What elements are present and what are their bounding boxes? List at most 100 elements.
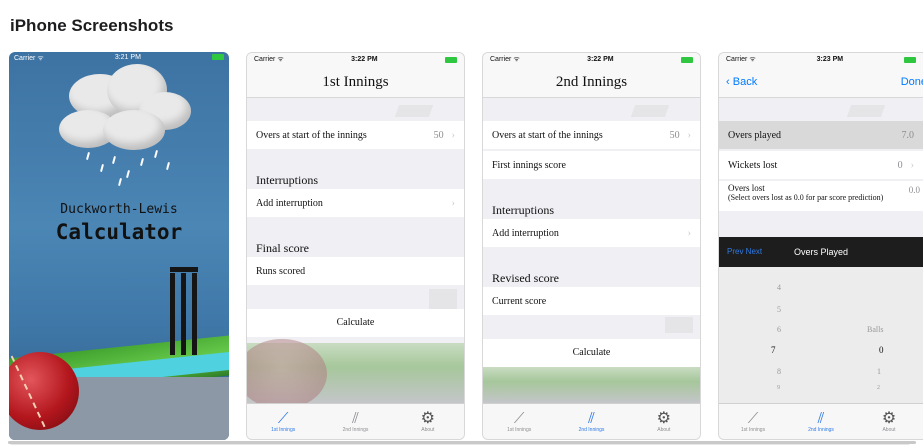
first-innings-score-label: First innings score xyxy=(492,159,566,171)
app-title-line2: Calculator xyxy=(55,220,183,244)
status-bar: Carrier ᯤ 3:22 PM xyxy=(483,53,700,66)
nav-title: 2nd Innings xyxy=(483,66,700,98)
picker-balls-label: Balls xyxy=(867,325,884,334)
wickets-lost-label: Wickets lost xyxy=(728,159,778,171)
tab-about[interactable]: ⚙ About xyxy=(392,404,464,439)
time-label: 3:22 PM xyxy=(351,56,378,63)
overs-picker[interactable]: 4 5 6 7 8 9 Balls 0 1 2 xyxy=(719,267,923,403)
picker-overs-item[interactable]: 6 xyxy=(777,325,781,334)
add-interruption-row[interactable]: Add interruption › xyxy=(483,219,700,247)
tab-bar: ⟋ 1st Innings ⫽ 2nd Innings ⚙ About xyxy=(483,403,700,439)
chevron-right-icon: › xyxy=(687,227,691,239)
watermark-graphic xyxy=(394,105,434,117)
battery-icon xyxy=(903,56,916,63)
overs-lost-value: 0.0 xyxy=(908,185,920,195)
chevron-right-icon: › xyxy=(451,197,455,209)
nav-bar: ‹ Back Done xyxy=(719,66,923,98)
overs-value: 50 xyxy=(433,129,444,141)
chevron-left-icon: ‹ xyxy=(726,76,733,88)
stumps-icon xyxy=(170,267,198,355)
time-label: 3:23 PM xyxy=(816,56,844,63)
interruptions-header: Interruptions xyxy=(492,203,554,217)
carrier-label: Carrier ᯤ xyxy=(14,55,44,62)
final-score-header: Final score xyxy=(256,241,309,255)
carrier-label: Carrier ᯤ xyxy=(254,56,284,63)
screenshot-splash[interactable]: Carrier ᯤ 3:21 PM Duckworth-Lewis Calcul… xyxy=(9,52,229,440)
stumps-watermark xyxy=(429,289,457,309)
app-title-line1: Duckworth-Lewis xyxy=(60,202,178,217)
gear-icon: ⚙ xyxy=(881,410,897,427)
picker-balls-selected[interactable]: 0 xyxy=(879,345,884,355)
current-score-field[interactable]: Current score xyxy=(483,287,700,315)
chevron-right-icon: › xyxy=(910,159,914,171)
interruptions-header: Interruptions xyxy=(256,173,318,187)
time-label: 3:22 PM xyxy=(587,56,614,63)
tab-about[interactable]: ⚙ About xyxy=(855,404,923,439)
calculate-button[interactable]: Calculate xyxy=(483,339,700,367)
carrier-label: Carrier ᯤ xyxy=(490,56,520,63)
picker-overs-item[interactable]: 5 xyxy=(777,305,781,314)
calculate-button[interactable]: Calculate xyxy=(247,309,464,337)
add-interruption-label: Add interruption xyxy=(492,227,559,239)
wickets-lost-value: 0 xyxy=(897,159,903,171)
runs-scored-label: Runs scored xyxy=(256,265,306,277)
picker-balls-item[interactable]: 1 xyxy=(877,367,881,376)
status-bar: Carrier ᯤ 3:21 PM xyxy=(9,52,229,66)
overs-lost-row[interactable]: Overs lost (Select overs lost as 0.0 for… xyxy=(719,181,923,211)
tab-1st-innings[interactable]: ⟋ 1st Innings xyxy=(247,404,319,439)
overs-label: Overs at start of the innings xyxy=(492,129,603,141)
overs-played-row[interactable]: Overs played 7.0 xyxy=(719,121,923,149)
screenshot-overs-picker[interactable]: Carrier ᯤ 3:23 PM ‹ Back Done Overs play… xyxy=(718,52,923,440)
add-interruption-label: Add interruption xyxy=(256,197,323,209)
wickets-lost-row[interactable]: Wickets lost 0 › xyxy=(719,151,923,179)
battery-icon xyxy=(212,54,224,60)
overs-lost-hint: (Select overs lost as 0.0 for par score … xyxy=(728,193,884,202)
bat-icon: ⟋ xyxy=(277,410,289,427)
tab-2nd-innings[interactable]: ⫽ 2nd Innings xyxy=(787,404,855,439)
watermark-graphic xyxy=(846,105,886,117)
picker-overs-item[interactable]: 4 xyxy=(777,283,781,292)
picker-balls-item[interactable]: 2 xyxy=(877,385,880,391)
picker-toolbar: Prev Next Overs Played xyxy=(719,237,923,267)
chevron-right-icon: › xyxy=(687,129,691,141)
runs-scored-field[interactable]: Runs scored xyxy=(247,257,464,285)
back-button[interactable]: ‹ Back xyxy=(726,66,757,98)
bat-icon: ⟋ xyxy=(513,410,525,427)
tab-bar: ⟋ 1st Innings ⫽ 2nd Innings ⚙ About xyxy=(719,403,923,439)
watermark-graphic xyxy=(630,105,670,117)
overs-label: Overs at start of the innings xyxy=(256,129,367,141)
overs-at-start-row[interactable]: Overs at start of the innings 50 › xyxy=(483,121,700,149)
battery-icon xyxy=(680,56,693,63)
carrier-label: Carrier ᯤ xyxy=(726,56,756,63)
first-innings-score-field[interactable]: First innings score xyxy=(483,151,700,179)
picker-overs-item[interactable]: 8 xyxy=(777,367,781,376)
tab-about[interactable]: ⚙ About xyxy=(628,404,700,439)
picker-overs-selected[interactable]: 7 xyxy=(771,345,776,355)
bat-icon: ⟋ xyxy=(747,410,759,427)
toolbar-title: Overs Played xyxy=(793,247,849,257)
overs-played-label: Overs played xyxy=(728,129,782,141)
tab-2nd-innings[interactable]: ⫽ 2nd Innings xyxy=(555,404,627,439)
chevron-right-icon: › xyxy=(451,129,455,141)
section-title: iPhone Screenshots xyxy=(10,16,174,35)
screenshot-2nd-innings[interactable]: Carrier ᯤ 3:22 PM 2nd Innings Overs at s… xyxy=(482,52,701,440)
bats-icon: ⫽ xyxy=(588,410,595,427)
tab-1st-innings[interactable]: ⟋ 1st Innings xyxy=(719,404,787,439)
time-label: 3:21 PM xyxy=(114,54,141,61)
overs-at-start-row[interactable]: Overs at start of the innings 50 › xyxy=(247,121,464,149)
gear-icon: ⚙ xyxy=(420,410,435,427)
stumps-watermark xyxy=(665,317,693,333)
revised-score-header: Revised score xyxy=(492,271,559,285)
horizontal-scrollbar[interactable] xyxy=(8,441,916,444)
done-button[interactable]: Done xyxy=(901,66,923,98)
status-bar: Carrier ᯤ 3:23 PM xyxy=(719,53,923,66)
picker-overs-item[interactable]: 9 xyxy=(777,385,780,391)
current-score-label: Current score xyxy=(492,295,547,307)
background-graphic xyxy=(483,367,700,403)
overs-lost-label: Overs lost xyxy=(728,183,765,193)
overs-played-value: 7.0 xyxy=(901,129,915,141)
add-interruption-row[interactable]: Add interruption › xyxy=(247,189,464,217)
tab-2nd-innings[interactable]: ⫽ 2nd Innings xyxy=(319,404,391,439)
screenshot-1st-innings[interactable]: Carrier ᯤ 3:22 PM 1st Innings Overs at s… xyxy=(246,52,465,440)
tab-1st-innings[interactable]: ⟋ 1st Innings xyxy=(483,404,555,439)
